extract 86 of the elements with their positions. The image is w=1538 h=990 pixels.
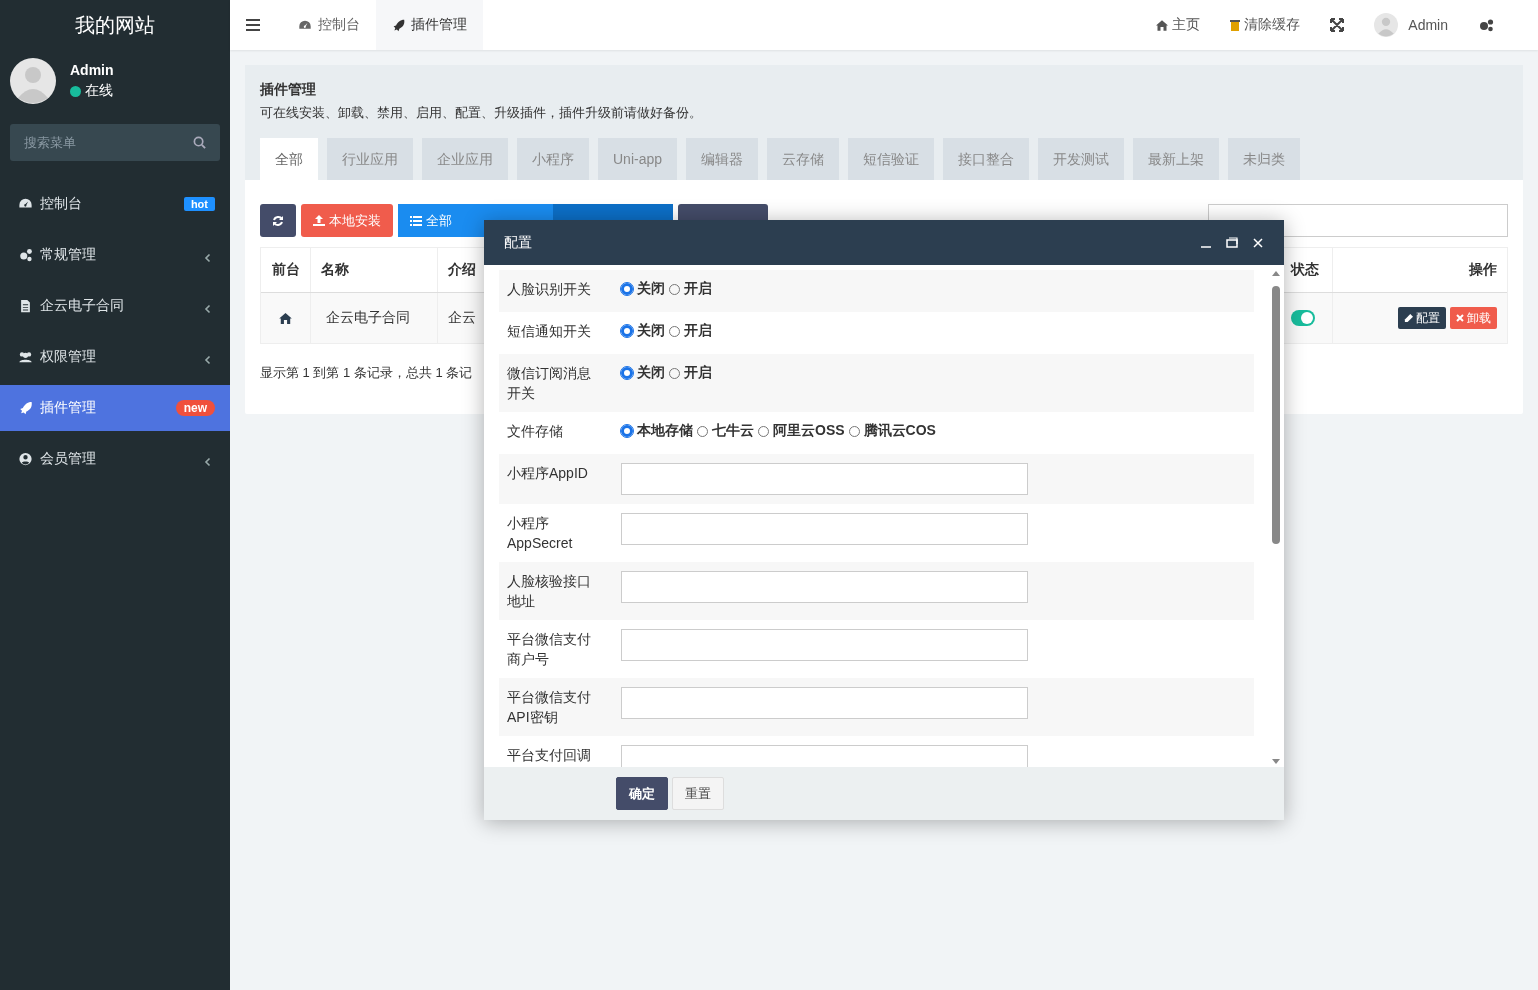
trash-icon <box>1230 19 1241 31</box>
field-label: 小程序AppID <box>507 464 589 483</box>
radio-option[interactable]: 七牛云 <box>697 422 754 440</box>
nav-tab[interactable]: 插件管理 <box>376 0 483 50</box>
text-field[interactable] <box>621 629 1028 661</box>
radio-option[interactable]: 关闭 <box>621 364 665 382</box>
reset-button[interactable]: 重置 <box>672 777 724 810</box>
sidebar-menu-item[interactable]: 插件管理 new <box>0 385 230 431</box>
field-label: 文件存储 <box>507 422 564 441</box>
text-field[interactable] <box>621 463 1028 495</box>
panel-title: 插件管理 <box>260 81 317 99</box>
close-icon[interactable] <box>1252 236 1264 249</box>
table-cell: 企云 <box>448 309 476 327</box>
menu-badge: new <box>175 400 215 416</box>
field-label: 人脸识别开关 <box>507 280 592 299</box>
list-icon <box>410 215 422 226</box>
column-header: 前台 <box>271 261 300 279</box>
user-menu[interactable]: Admin <box>1374 13 1448 37</box>
search-icon <box>193 136 206 149</box>
sidebar-menu-item[interactable]: 控制台 hot <box>0 181 230 227</box>
user-status: 在线 <box>85 82 113 100</box>
field-label: 微信订阅消息开关 <box>507 364 592 403</box>
dashboard-icon <box>298 18 312 32</box>
radio-option[interactable]: 腾讯云COS <box>848 422 936 440</box>
home-icon <box>1156 19 1169 31</box>
text-field[interactable] <box>621 571 1028 603</box>
radio-option[interactable]: 本地存储 <box>621 422 693 440</box>
online-status-icon <box>70 85 81 97</box>
pencil-icon <box>1404 313 1413 323</box>
maximize-icon[interactable] <box>1226 236 1238 249</box>
text-field[interactable] <box>621 513 1028 545</box>
sidebar-menu-item[interactable]: 会员管理 <box>0 436 230 482</box>
menu-icon[interactable] <box>246 19 260 31</box>
column-header: 状态 <box>1291 261 1319 279</box>
radio-option[interactable]: 关闭 <box>621 280 665 298</box>
config-button[interactable]: 配置 <box>1398 307 1446 329</box>
column-header: 介绍 <box>448 261 476 279</box>
refresh-icon <box>272 214 284 227</box>
radio-option[interactable]: 开启 <box>669 364 712 382</box>
gears-icon[interactable] <box>1478 18 1494 32</box>
rocket-icon <box>18 401 33 415</box>
status-toggle[interactable] <box>1291 310 1315 326</box>
field-label: 短信通知开关 <box>507 322 592 341</box>
scroll-down-icon[interactable] <box>1272 759 1280 765</box>
document-icon <box>18 299 33 313</box>
rocket-icon <box>392 18 405 32</box>
table-cell: 企云电子合同 <box>326 309 410 327</box>
fullscreen-icon[interactable] <box>1330 18 1345 32</box>
users-icon <box>18 350 33 364</box>
radio-option[interactable]: 开启 <box>669 280 712 298</box>
home-link[interactable]: 主页 <box>1156 16 1201 34</box>
field-label: 平台微信支付商户号 <box>507 630 592 669</box>
home-icon[interactable] <box>279 312 292 324</box>
field-label: 小程序AppSecret <box>507 514 574 553</box>
avatar-icon <box>10 58 56 104</box>
panel-description: 可在线安装、卸载、禁用、启用、配置、升级插件，插件升级前请做好备份。 <box>260 104 703 122</box>
field-label: 平台微信支付API密钥 <box>507 688 592 727</box>
avatar-icon <box>1374 13 1399 37</box>
text-field[interactable] <box>621 687 1028 719</box>
dialog-title: 配置 <box>504 233 532 252</box>
user-name: Admin <box>70 62 114 78</box>
field-label: 人脸核验接口地址 <box>507 572 592 611</box>
refresh-button[interactable] <box>260 204 296 237</box>
upload-icon <box>313 215 325 226</box>
menu-badge: hot <box>183 197 215 211</box>
sidebar-menu-item[interactable]: 权限管理 <box>0 334 230 380</box>
field-label: 平台支付回调 <box>507 746 592 765</box>
column-header: 名称 <box>321 261 349 279</box>
dashboard-icon <box>18 197 33 211</box>
close-icon <box>1456 314 1464 322</box>
sidebar-menu-item[interactable]: 企云电子合同 <box>0 283 230 329</box>
clear-cache-link[interactable]: 清除缓存 <box>1230 16 1301 34</box>
confirm-button[interactable]: 确定 <box>616 777 668 810</box>
scrollbar-thumb[interactable] <box>1272 286 1280 544</box>
pagination-info: 显示第 1 到第 1 条记录，总共 1 条记 <box>260 364 473 382</box>
menu-search-field[interactable]: 搜索菜单 <box>10 124 220 161</box>
sidebar-menu-item[interactable]: 常规管理 <box>0 232 230 278</box>
site-title: 我的网站 <box>74 13 156 38</box>
column-header: 操作 <box>1469 261 1497 279</box>
radio-option[interactable]: 关闭 <box>621 322 665 340</box>
category-tab[interactable]: 全部 <box>260 138 318 180</box>
nav-tab[interactable]: 控制台 <box>282 0 376 50</box>
radio-option[interactable]: 阿里云OSS <box>758 422 845 440</box>
gears-icon <box>18 248 33 262</box>
scroll-up-icon[interactable] <box>1272 270 1280 276</box>
radio-option[interactable]: 开启 <box>669 322 712 340</box>
